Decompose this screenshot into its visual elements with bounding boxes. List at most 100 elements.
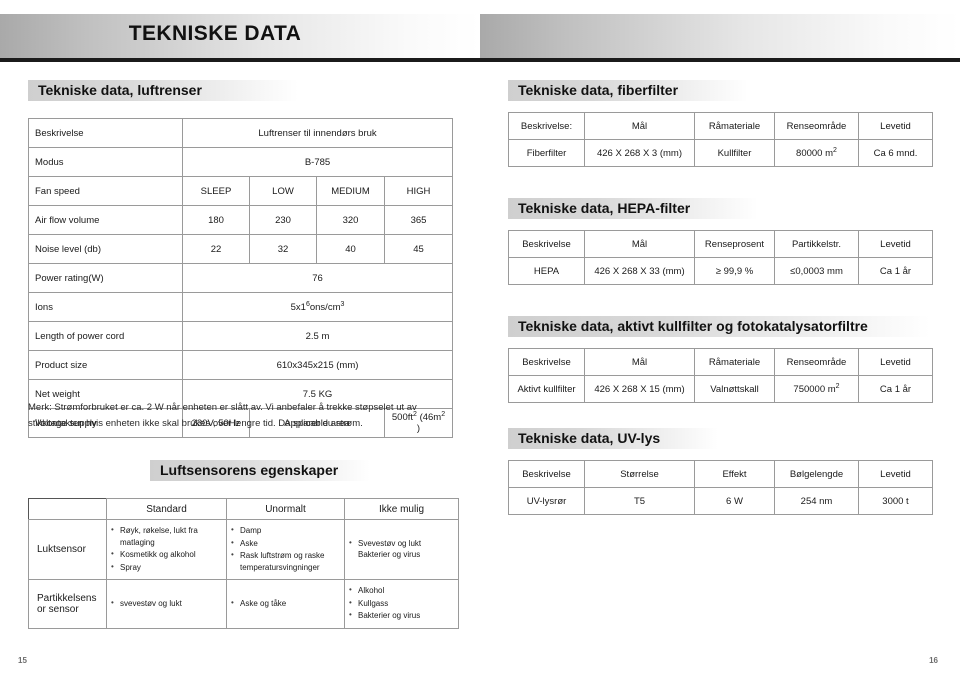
- table-row: Product size 610x345x215 (mm): [28, 350, 454, 380]
- uv-header-levetid: Levetid: [858, 460, 933, 488]
- power-consumption-note: Merk: Strømforbruket er ca. 2 W når enhe…: [28, 402, 417, 429]
- list-item: Aske og tåke: [231, 597, 340, 610]
- section-heading-luftsensor: Luftsensorens egenskaper: [150, 460, 370, 481]
- sensor-table-corner: [28, 498, 107, 520]
- kullfilter-header-mal: Mål: [584, 348, 695, 376]
- kullfilter-header-levetid: Levetid: [858, 348, 933, 376]
- kullfilter-levetid: Ca 1 år: [858, 375, 933, 403]
- right-page: Tekniske data, fiberfilter Beskrivelse: …: [480, 0, 960, 681]
- hepa-header-partikkelstr: Partikkelstr.: [774, 230, 859, 258]
- air-flow-high: 365: [383, 205, 454, 235]
- hepa-header-levetid: Levetid: [858, 230, 933, 258]
- kullfilter-ramateriale: Valnøttskall: [694, 375, 775, 403]
- fiberfilter-header-beskrivelse: Beskrivelse:: [508, 112, 585, 140]
- page-number-right: 16: [929, 656, 938, 665]
- table-header-row: Beskrivelse Størrelse Effekt Bølgelengde…: [508, 460, 933, 488]
- fan-speed-low: LOW: [249, 176, 317, 206]
- fan-speed-high: HIGH: [383, 176, 454, 206]
- hepa-partikkelstr: ≤0,0003 mm: [774, 257, 859, 285]
- partikkelsensor-ikke-mulig: Alkohol Kullgass Bakterier og virus: [344, 579, 459, 629]
- list-item: Aske: [231, 537, 340, 550]
- spec-label-air-flow: Air flow volume: [28, 205, 183, 235]
- section-heading-hepa: Tekniske data, HEPA-filter: [508, 198, 758, 219]
- table-header-row: Beskrivelse: Mål Råmateriale Renseområde…: [508, 112, 933, 140]
- list-item: Damp: [231, 524, 340, 537]
- table-header-row: Beskrivelse Mål Renseprosent Partikkelst…: [508, 230, 933, 258]
- table-row: Fan speed SLEEP LOW MEDIUM HIGH: [28, 176, 454, 206]
- fiberfilter-ramateriale: Kullfilter: [694, 139, 775, 167]
- left-page: TEKNISKE DATA Tekniske data, luftrenser …: [0, 0, 481, 681]
- list-item: Svevestøv og lukt Bakterier og virus: [349, 537, 454, 561]
- spec-value-product-size: 610x345x215 (mm): [181, 350, 454, 380]
- table-header-row: Standard Unormalt Ikke mulig: [28, 498, 459, 520]
- table-row: Partikkelsens or sensor svevestøv og luk…: [28, 579, 459, 629]
- uv-effekt: 6 W: [694, 487, 775, 515]
- list-item: Rask luftstrøm og raske temperatursvingn…: [231, 549, 340, 573]
- hepa-header-mal: Mål: [584, 230, 695, 258]
- fan-speed-medium: MEDIUM: [316, 176, 385, 206]
- air-flow-medium: 320: [316, 205, 385, 235]
- table-row: Fiberfilter 426 X 268 X 3 (mm) Kullfilte…: [508, 139, 933, 167]
- sensor-row-label-luktsensor: Luktsensor: [28, 519, 107, 580]
- uv-storrelse: T5: [584, 487, 695, 515]
- hepa-levetid: Ca 1 år: [858, 257, 933, 285]
- header-rule-left: [0, 58, 480, 62]
- air-flow-low: 230: [249, 205, 317, 235]
- table-row: Ions 5x16ons/cm3: [28, 292, 454, 322]
- fiberfilter-beskrivelse: Fiberfilter: [508, 139, 585, 167]
- spec-label-modus: Modus: [28, 147, 183, 177]
- fiberfilter-header-ramateriale: Råmateriale: [694, 112, 775, 140]
- hepa-header-renseprosent: Renseprosent: [694, 230, 775, 258]
- spec-label-fan-speed: Fan speed: [28, 176, 183, 206]
- spec-value-modus: B-785: [181, 147, 454, 177]
- kullfilter-renseomrade-value: 750000 m: [793, 383, 836, 395]
- fiberfilter-renseomrade-exponent: 2: [833, 146, 837, 154]
- table-row: Air flow volume 180 230 320 365: [28, 205, 454, 235]
- sensor-col-unormalt: Unormalt: [226, 498, 345, 520]
- fiberfilter-renseomrade-value: 80000 m: [796, 147, 834, 159]
- fiberfilter-renseomrade: 80000 m2: [774, 139, 859, 167]
- spec-value-cord-length: 2.5 m: [181, 321, 454, 351]
- noise-sleep: 22: [182, 234, 250, 264]
- spec-table: Beskrivelse Luftrenser til innendørs bru…: [28, 118, 454, 438]
- table-header-row: Beskrivelse Mål Råmateriale Renseområde …: [508, 348, 933, 376]
- ions-unit-exponent: 3: [340, 300, 345, 308]
- hepa-beskrivelse: HEPA: [508, 257, 585, 285]
- spec-value-ions: 5x16ons/cm3: [181, 292, 454, 322]
- hepa-mal: 426 X 268 X 33 (mm): [584, 257, 695, 285]
- partikkelsensor-unormalt: Aske og tåke: [226, 579, 345, 629]
- noise-medium: 40: [316, 234, 385, 264]
- spec-label-noise: Noise level (db): [28, 234, 183, 264]
- noise-low: 32: [249, 234, 317, 264]
- hepa-table: Beskrivelse Mål Renseprosent Partikkelst…: [508, 230, 933, 285]
- uv-bolgelengde: 254 nm: [774, 487, 859, 515]
- list-item: Kullgass: [349, 597, 454, 610]
- list-item: svevestøv og lukt: [111, 597, 222, 610]
- kullfilter-table: Beskrivelse Mål Råmateriale Renseområde …: [508, 348, 933, 403]
- fiberfilter-mal: 426 X 268 X 3 (mm): [584, 139, 695, 167]
- uv-levetid: 3000 t: [858, 487, 933, 515]
- section-heading-kullfilter: Tekniske data, aktivt kullfilter og foto…: [508, 316, 930, 337]
- fiberfilter-table: Beskrivelse: Mål Råmateriale Renseområde…: [508, 112, 933, 167]
- air-flow-sleep: 180: [182, 205, 250, 235]
- list-item: Røyk, røkelse, lukt fra matlaging: [111, 524, 222, 548]
- list-item: Kosmetikk og alkohol: [111, 548, 222, 561]
- fiberfilter-header-renseomrade: Renseområde: [774, 112, 859, 140]
- page-number-left: 15: [18, 656, 27, 665]
- table-row: Noise level (db) 22 32 40 45: [28, 234, 454, 264]
- table-row: Length of power cord 2.5 m: [28, 321, 454, 351]
- uv-beskrivelse: UV-lysrør: [508, 487, 585, 515]
- sensor-properties-table: Standard Unormalt Ikke mulig Luktsensor …: [28, 498, 459, 629]
- spec-label-product-size: Product size: [28, 350, 183, 380]
- kullfilter-renseomrade: 750000 m2: [774, 375, 859, 403]
- hepa-header-beskrivelse: Beskrivelse: [508, 230, 585, 258]
- fiberfilter-levetid: Ca 6 mnd.: [858, 139, 933, 167]
- table-row: Luktsensor Røyk, røkelse, lukt fra matla…: [28, 519, 459, 580]
- luktsensor-standard: Røyk, røkelse, lukt fra matlaging Kosmet…: [106, 519, 227, 580]
- uv-table: Beskrivelse Størrelse Effekt Bølgelengde…: [508, 460, 933, 515]
- kullfilter-header-beskrivelse: Beskrivelse: [508, 348, 585, 376]
- spec-label-power-rating: Power rating(W): [28, 263, 183, 293]
- header-rule-right: [480, 58, 960, 62]
- header-banner-right: [480, 14, 960, 58]
- list-item: Alkohol: [349, 584, 454, 597]
